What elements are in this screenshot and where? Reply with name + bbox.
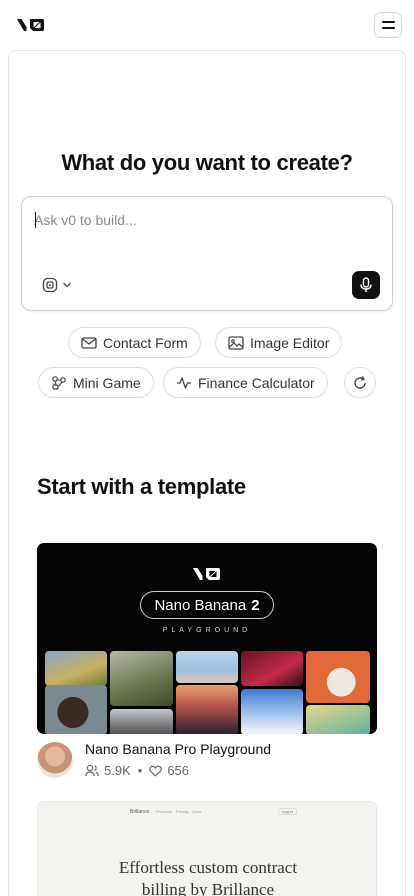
suggestion-image-editor[interactable]: Image Editor bbox=[215, 327, 343, 358]
thumbnail-subtitle: PLAYGROUND bbox=[162, 627, 252, 634]
top-bar bbox=[0, 0, 414, 50]
microphone-icon bbox=[360, 277, 372, 292]
prompt-box bbox=[21, 196, 393, 311]
gallery-tile bbox=[45, 685, 107, 734]
suggestion-finance-calculator[interactable]: Finance Calculator bbox=[163, 367, 328, 398]
gallery-tile bbox=[110, 709, 173, 734]
v0-logo bbox=[193, 568, 220, 580]
microphone-button[interactable] bbox=[352, 271, 380, 299]
text-caret bbox=[35, 212, 36, 228]
templates-section-title: Start with a template bbox=[37, 474, 246, 499]
gallery-tile bbox=[306, 651, 370, 703]
thumbnail-nav-links: Products Pricing Docs bbox=[156, 809, 202, 814]
attach-button[interactable] bbox=[42, 276, 72, 294]
suggestion-mini-game[interactable]: Mini Game bbox=[38, 367, 154, 398]
v0-logo[interactable] bbox=[16, 16, 46, 34]
refresh-icon bbox=[354, 375, 366, 389]
suggestion-label: Mini Game bbox=[73, 374, 141, 391]
thumbnail-brand: Brillance bbox=[130, 809, 150, 815]
thumbnail-badge: 2 bbox=[251, 596, 260, 614]
mail-icon bbox=[81, 336, 97, 349]
suggestion-label: Image Editor bbox=[250, 334, 330, 351]
image-icon bbox=[228, 335, 244, 350]
gallery-tile bbox=[241, 689, 303, 734]
thumbnail-login: Log in bbox=[278, 808, 297, 815]
meta-separator: • bbox=[137, 763, 143, 778]
thumbnail-title: Nano Banana bbox=[154, 596, 247, 614]
attachment-icon bbox=[42, 277, 58, 293]
activity-icon bbox=[177, 376, 191, 389]
template-card-title[interactable]: Nano Banana Pro Playground bbox=[85, 741, 271, 757]
gallery-tile bbox=[306, 705, 370, 734]
refresh-suggestions-button[interactable] bbox=[344, 367, 376, 398]
template-card-thumbnail[interactable]: Nano Banana 2 PLAYGROUND bbox=[37, 543, 377, 734]
hamburger-menu-icon[interactable] bbox=[374, 12, 402, 38]
users-count: 5.9K bbox=[104, 763, 131, 778]
suggestion-label: Finance Calculator bbox=[198, 374, 315, 391]
gallery-tile bbox=[176, 651, 238, 683]
gallery-tile bbox=[45, 651, 107, 686]
thumbnail-nav: Brillance Products Pricing Docs Log in bbox=[38, 808, 376, 820]
gallery-tile bbox=[110, 651, 173, 706]
hero-title: What do you want to create? bbox=[61, 150, 353, 175]
template-card-meta: 5.9K • 656 bbox=[85, 763, 189, 778]
prompt-input[interactable] bbox=[34, 209, 364, 231]
suggestion-contact-form[interactable]: Contact Form bbox=[68, 327, 201, 358]
headline-line: billing by Brillance bbox=[141, 880, 275, 896]
suggestion-label: Contact Form bbox=[103, 334, 188, 351]
headline-line: Effortless custom contract bbox=[118, 858, 298, 877]
likes-count: 656 bbox=[167, 763, 190, 778]
heart-icon[interactable] bbox=[149, 765, 163, 777]
avatar[interactable] bbox=[37, 742, 73, 778]
thumbnail-title-pill: Nano Banana 2 bbox=[140, 591, 274, 619]
users-icon bbox=[85, 764, 99, 777]
game-icon bbox=[52, 375, 66, 390]
template-card-thumbnail[interactable]: Brillance Products Pricing Docs Log in E… bbox=[37, 801, 377, 896]
thumbnail-headline: Effortless custom contract billing by Br… bbox=[38, 857, 376, 896]
chevron-down-icon bbox=[63, 282, 71, 288]
gallery-tile bbox=[241, 651, 303, 686]
gallery-tile bbox=[176, 685, 238, 734]
